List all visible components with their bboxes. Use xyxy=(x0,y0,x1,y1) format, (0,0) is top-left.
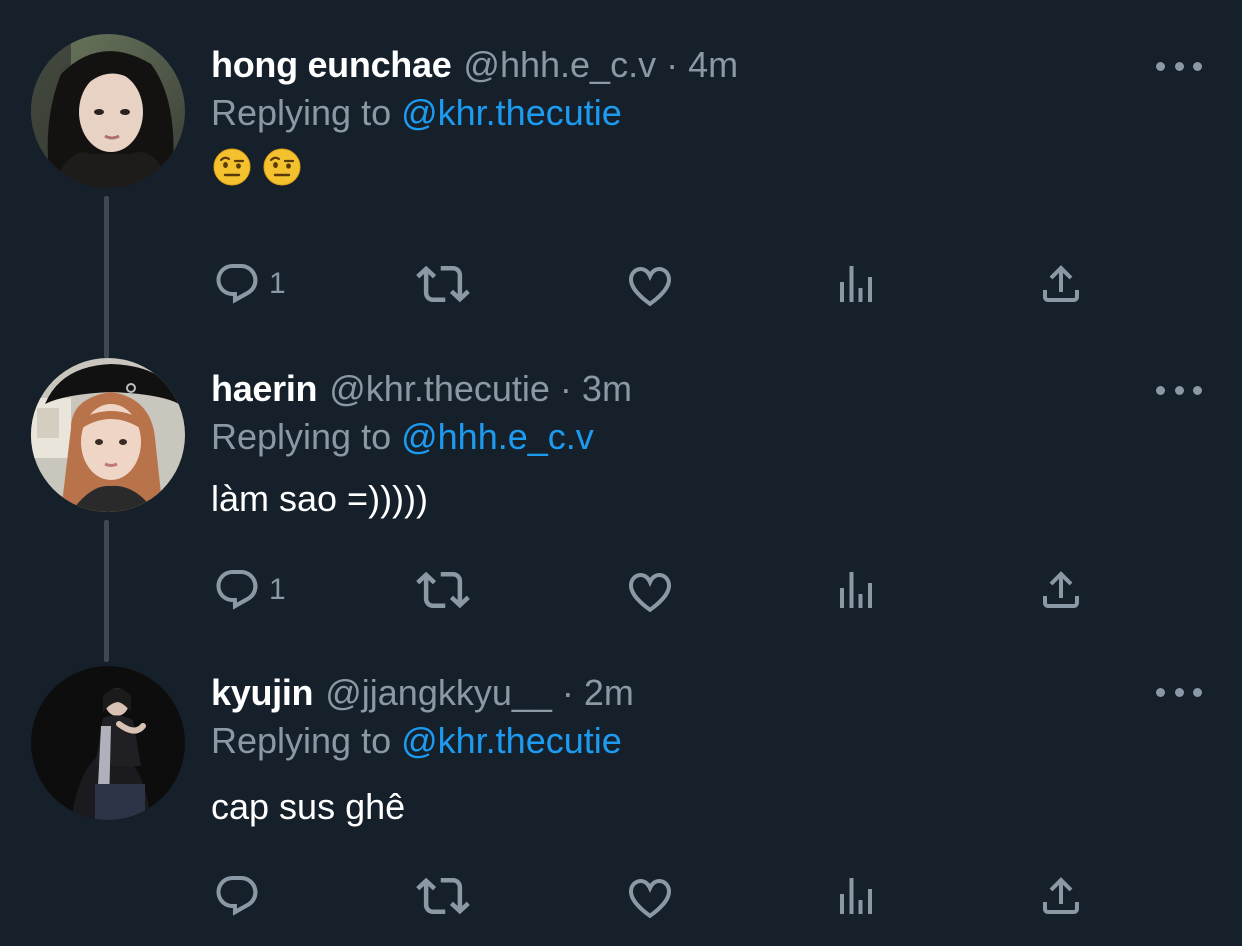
avatar[interactable] xyxy=(31,34,185,188)
reply-icon xyxy=(216,264,258,304)
separator-dot: · xyxy=(666,44,679,85)
tweet-actions: 1 xyxy=(0,560,1242,620)
share-icon xyxy=(1043,265,1079,302)
user-handle[interactable]: @hhh.e_c.v xyxy=(463,44,656,86)
user-handle[interactable]: @jjangkkyu__ xyxy=(325,672,552,714)
tweet-header: kyujin @jjangkkyu__ · 2m xyxy=(211,668,634,718)
tweet-actions xyxy=(0,866,1242,926)
tweet-header: haerin @khr.thecutie · 3m xyxy=(211,364,632,414)
more-options-icon[interactable] xyxy=(1156,682,1202,702)
views-icon xyxy=(840,878,872,914)
user-handle[interactable]: @khr.thecutie xyxy=(329,368,550,410)
reply-icon xyxy=(216,876,258,916)
tweet[interactable]: kyujin @jjangkkyu__ · 2m Replying to @khr… xyxy=(0,666,1242,946)
display-name[interactable]: kyujin xyxy=(211,672,314,714)
tweet[interactable]: hong eunchae @hhh.e_c.v · 4m Replying to… xyxy=(0,34,1242,328)
like-button[interactable] xyxy=(626,866,674,926)
replying-to-label: Replying to xyxy=(211,720,392,761)
display-name[interactable]: haerin xyxy=(211,368,318,410)
tweet[interactable]: haerin @khr.thecutie · 3m Replying to @hh… xyxy=(0,358,1242,652)
like-button[interactable] xyxy=(626,560,674,620)
avatar-image xyxy=(31,666,185,820)
share-button[interactable] xyxy=(1037,866,1085,926)
retweet-icon xyxy=(416,571,470,609)
views-button[interactable] xyxy=(832,254,880,314)
replying-to-link[interactable]: @khr.thecutie xyxy=(401,720,622,761)
timestamp[interactable]: 2m xyxy=(584,672,634,714)
reply-button[interactable]: 1 xyxy=(213,254,286,314)
like-icon xyxy=(629,878,671,919)
like-button[interactable] xyxy=(626,254,674,314)
views-icon xyxy=(840,266,872,302)
timestamp[interactable]: 4m xyxy=(688,44,738,86)
replying-to-link[interactable]: @hhh.e_c.v xyxy=(401,416,594,457)
tweet-header: hong eunchae @hhh.e_c.v · 4m xyxy=(211,40,738,90)
separator-dot: · xyxy=(561,672,574,713)
replying-to: Replying to @hhh.e_c.v xyxy=(211,416,594,458)
tweet-text: cap sus ghê xyxy=(211,786,406,827)
share-icon xyxy=(1043,877,1079,914)
replying-to-label: Replying to xyxy=(211,416,392,457)
retweet-icon xyxy=(416,265,470,303)
reply-count: 1 xyxy=(269,573,286,606)
like-icon xyxy=(629,572,671,613)
tweet-emojis xyxy=(213,148,301,186)
separator-dot: · xyxy=(559,368,572,409)
like-icon xyxy=(629,266,671,307)
tweet-actions: 1 xyxy=(0,254,1242,314)
reply-thread: hong eunchae @hhh.e_c.v · 4m Replying to… xyxy=(0,0,1242,946)
avatar-image xyxy=(31,358,185,512)
views-button[interactable] xyxy=(832,560,880,620)
face-with-raised-eyebrow-icon xyxy=(263,148,301,186)
reply-button[interactable] xyxy=(213,866,269,926)
replying-to: Replying to @khr.thecutie xyxy=(211,720,622,762)
views-button[interactable] xyxy=(832,866,880,926)
reply-count: 1 xyxy=(269,267,286,300)
views-icon xyxy=(840,572,872,608)
more-options-icon[interactable] xyxy=(1156,380,1202,400)
reply-icon xyxy=(216,570,258,610)
replying-to-link[interactable]: @khr.thecutie xyxy=(401,92,622,133)
timestamp[interactable]: 3m xyxy=(582,368,632,410)
face-with-raised-eyebrow-icon xyxy=(213,148,251,186)
reply-button[interactable]: 1 xyxy=(213,560,286,620)
avatar[interactable] xyxy=(31,666,185,820)
more-options-icon[interactable] xyxy=(1156,56,1202,76)
replying-to: Replying to @khr.thecutie xyxy=(211,92,622,134)
share-button[interactable] xyxy=(1037,254,1085,314)
retweet-button[interactable] xyxy=(416,560,470,620)
avatar[interactable] xyxy=(31,358,185,512)
retweet-button[interactable] xyxy=(416,866,470,926)
avatar-image xyxy=(31,34,185,188)
share-button[interactable] xyxy=(1037,560,1085,620)
share-icon xyxy=(1043,571,1079,608)
retweet-button[interactable] xyxy=(416,254,470,314)
replying-to-label: Replying to xyxy=(211,92,392,133)
tweet-text: làm sao =))))) xyxy=(211,478,429,519)
retweet-icon xyxy=(416,877,470,915)
display-name[interactable]: hong eunchae xyxy=(211,44,452,86)
